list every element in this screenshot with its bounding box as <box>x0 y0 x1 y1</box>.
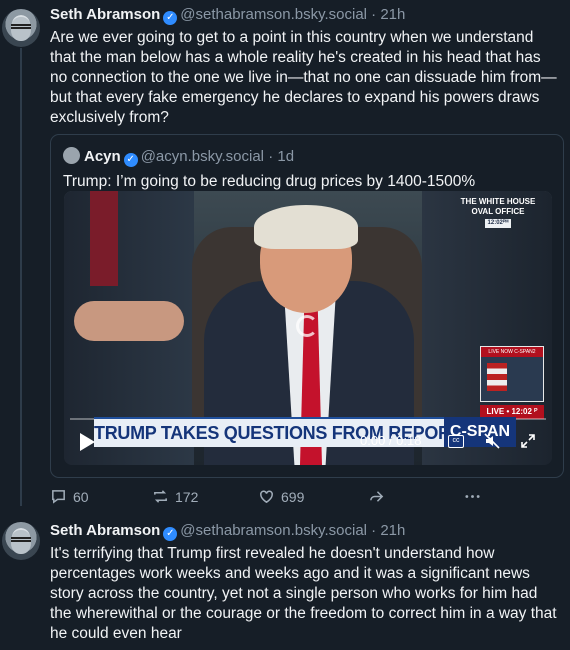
quote-avatar[interactable] <box>63 147 80 164</box>
quote-header: Acyn ✓ @acyn.bsky.social · 1d <box>63 147 294 167</box>
avatar-face <box>11 17 31 41</box>
network-line2: OVAL OFFICE <box>471 207 525 216</box>
post-actions: 60 172 699 <box>50 488 490 508</box>
heart-icon <box>260 490 273 504</box>
avatar[interactable] <box>2 522 40 560</box>
pip-inset: LIVE NOW C-SPAN2 <box>480 346 544 402</box>
reply-button[interactable]: 60 <box>50 488 89 505</box>
reply-count: 60 <box>73 488 89 505</box>
white-house-logo: THE WHITE HOUSE OVAL OFFICE 12:02ᴾᴹ <box>452 197 544 228</box>
video-hair <box>254 205 358 249</box>
post-header: Seth Abramson ✓ @sethabramson.bsky.social … <box>50 6 405 25</box>
check-badge-icon: ✓ <box>123 153 138 167</box>
network-time: 12:02ᴾᴹ <box>484 219 512 228</box>
post-time[interactable]: · 21h <box>371 6 405 23</box>
post-2[interactable]: Seth Abramson ✓ @sethabramson.bsky.social … <box>0 516 570 650</box>
quote-author-handle[interactable]: @acyn.bsky.social <box>141 148 264 165</box>
quote-time: · 1d <box>268 148 295 165</box>
fullscreen-icon[interactable] <box>520 433 536 449</box>
loading-spinner-icon <box>296 315 318 337</box>
avatar-face <box>11 530 31 554</box>
play-icon[interactable] <box>80 433 95 451</box>
captions-icon[interactable]: cc <box>448 435 464 448</box>
video-figure-left <box>90 191 118 286</box>
share-button[interactable] <box>368 488 385 505</box>
mute-icon[interactable] <box>484 433 500 449</box>
author-handle[interactable]: @sethabramson.bsky.social <box>180 522 367 539</box>
author-name[interactable]: Seth Abramson <box>50 522 160 539</box>
author-name[interactable]: Seth Abramson <box>50 6 160 23</box>
quoted-post[interactable]: Acyn ✓ @acyn.bsky.social · 1d Trump: I’m g… <box>50 134 564 478</box>
flag-icon <box>487 363 507 391</box>
ellipsis-icon <box>465 495 480 498</box>
pip-label: LIVE NOW C-SPAN2 <box>481 347 543 357</box>
repost-button[interactable]: 172 <box>152 488 198 505</box>
post-time[interactable]: · 21h <box>371 522 405 539</box>
repost-count: 172 <box>175 488 199 505</box>
post-text: It's terrifying that Trump first reveale… <box>50 545 557 642</box>
avatar-glasses <box>11 24 31 29</box>
like-count: 699 <box>281 488 305 505</box>
post-1[interactable]: Seth Abramson ✓ @sethabramson.bsky.social … <box>0 0 570 520</box>
avatar[interactable] <box>2 9 40 47</box>
more-options-button[interactable] <box>464 488 481 505</box>
network-line1: THE WHITE HOUSE <box>460 197 536 206</box>
thread-line <box>20 48 22 506</box>
video-player[interactable]: THE WHITE HOUSE OVAL OFFICE 12:02ᴾᴹ LIVE… <box>64 191 552 465</box>
reply-icon <box>52 490 65 504</box>
quote-author-name[interactable]: Acyn <box>84 148 121 165</box>
avatar-glasses <box>11 537 31 542</box>
share-icon <box>370 491 384 502</box>
video-hands <box>74 301 184 341</box>
check-badge-icon: ✓ <box>163 527 178 541</box>
like-button[interactable]: 699 <box>258 488 304 505</box>
repost-icon <box>154 490 167 503</box>
post-text: Are we ever going to get to a point in t… <box>50 29 557 126</box>
quote-text: Trump: I’m going to be reducing drug pri… <box>63 173 476 190</box>
video-time: 0:00 / 0:18 <box>360 433 422 448</box>
post-header: Seth Abramson ✓ @sethabramson.bsky.social … <box>50 522 405 541</box>
author-handle[interactable]: @sethabramson.bsky.social <box>180 6 367 23</box>
check-badge-icon: ✓ <box>163 11 178 25</box>
